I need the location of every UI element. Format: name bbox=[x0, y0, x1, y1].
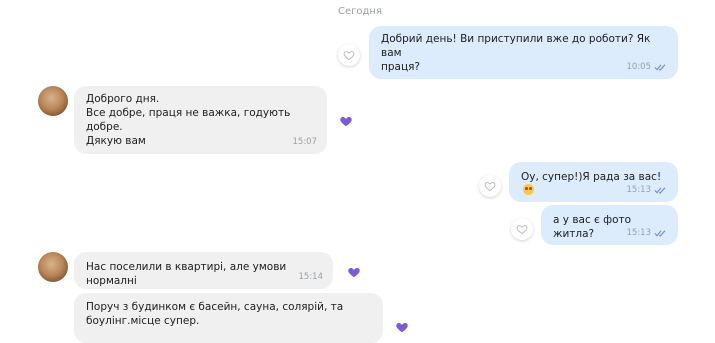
double-check-icon bbox=[654, 230, 666, 237]
date-separator: Сегодня bbox=[338, 6, 382, 17]
like-button[interactable] bbox=[343, 261, 365, 283]
double-check-icon bbox=[654, 187, 666, 194]
message-time: 15:07 bbox=[292, 137, 318, 147]
message-incoming[interactable]: Поруч з будинком є басейн, сауна, солярі… bbox=[74, 293, 383, 343]
heart-outline-icon bbox=[343, 51, 355, 61]
message-text: Добрий день! Ви приступили вже до роботи… bbox=[381, 33, 651, 73]
like-button[interactable] bbox=[479, 175, 501, 197]
message-time: 10:05 bbox=[626, 62, 652, 72]
heart-filled-icon bbox=[396, 323, 408, 333]
message-incoming[interactable]: Доброго дня. Все добре, праця не важка, … bbox=[74, 86, 327, 154]
heart-outline-icon bbox=[516, 225, 528, 235]
message-meta: 15:07 bbox=[293, 135, 318, 149]
message-time: 15:14 bbox=[298, 272, 324, 282]
message-meta: 15:13 bbox=[627, 226, 669, 240]
message-text: Доброго дня. Все добре, праця не важка, … bbox=[86, 93, 291, 147]
message-outgoing[interactable]: Добрий день! Ви приступили вже до роботи… bbox=[369, 26, 678, 79]
avatar[interactable] bbox=[38, 252, 68, 282]
double-check-icon bbox=[654, 64, 666, 71]
message-meta: 10:05 bbox=[627, 60, 669, 74]
heart-filled-icon bbox=[348, 268, 360, 278]
message-text: Нас поселили в квартирі, але умови норма… bbox=[86, 261, 287, 287]
heart-eyes-emoji bbox=[523, 184, 534, 195]
heart-filled-icon bbox=[340, 117, 352, 127]
message-time: 15:13 bbox=[626, 228, 652, 238]
message-text: Поруч з будинком є басейн, сауна, солярі… bbox=[86, 301, 344, 327]
avatar[interactable] bbox=[38, 86, 68, 116]
like-button[interactable] bbox=[335, 110, 357, 132]
like-button[interactable] bbox=[338, 44, 360, 66]
heart-outline-icon bbox=[484, 182, 496, 192]
message-time: 15:13 bbox=[626, 185, 652, 195]
message-incoming[interactable]: Нас поселили в квартирі, але умови норма… bbox=[74, 252, 333, 289]
message-text: Оу, супер!)Я рада за вас! bbox=[521, 171, 662, 183]
message-meta: 15:14 bbox=[299, 270, 324, 284]
like-button[interactable] bbox=[391, 316, 413, 338]
message-meta: 15:13 bbox=[627, 183, 669, 197]
like-button[interactable] bbox=[511, 218, 533, 240]
message-outgoing[interactable]: Оу, супер!)Я рада за вас! 15:13 bbox=[509, 162, 678, 202]
message-outgoing[interactable]: а у вас є фото житла? 15:13 bbox=[541, 205, 678, 245]
